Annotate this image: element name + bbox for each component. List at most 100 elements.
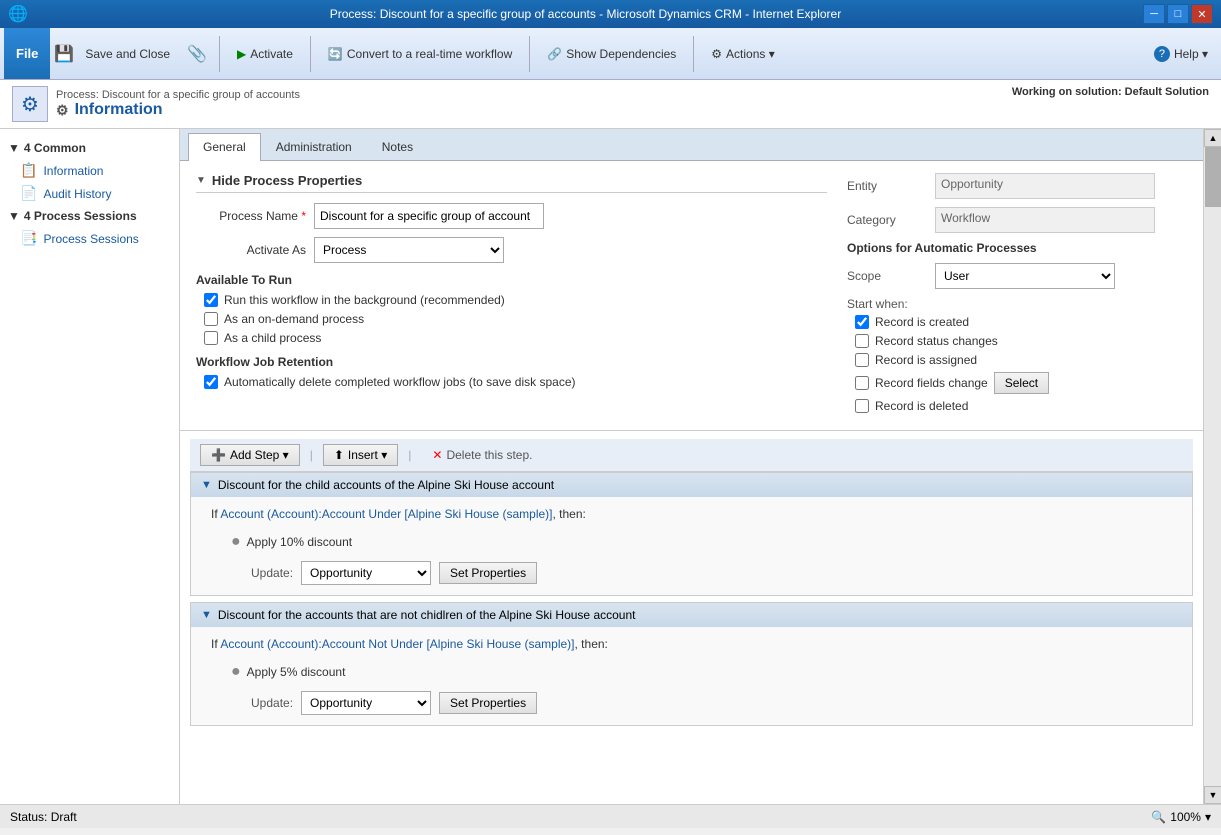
step-1-collapse[interactable]: ▼ bbox=[201, 479, 212, 491]
select-fields-button[interactable]: Select bbox=[994, 372, 1049, 394]
convert-button[interactable]: 🔄 Convert to a real-time workflow bbox=[319, 34, 521, 74]
start-deleted-label: Record is deleted bbox=[875, 399, 968, 413]
toolbar-separator-1 bbox=[219, 36, 220, 72]
step-1-bullet: ● bbox=[231, 533, 241, 551]
auto-delete-label: Automatically delete completed workflow … bbox=[224, 375, 576, 389]
step-1-condition: If Account (Account):Account Under [Alpi… bbox=[211, 503, 1172, 525]
status-bar: Status: Draft 🔍 100% ▾ bbox=[0, 804, 1221, 828]
delete-step-button[interactable]: ✕ Delete this step. bbox=[421, 444, 543, 466]
audit-icon: 📄 bbox=[20, 185, 37, 202]
workflow-step-2: ▼ Discount for the accounts that are not… bbox=[190, 602, 1193, 726]
insert-button[interactable]: ⬆ Insert ▾ bbox=[323, 444, 398, 466]
step-2-update-select[interactable]: Opportunity bbox=[301, 691, 431, 715]
start-when-created: Record is created bbox=[847, 315, 1187, 329]
start-created-checkbox[interactable] bbox=[855, 315, 869, 329]
background-workflow-checkbox[interactable] bbox=[204, 293, 218, 307]
common-section-arrow: ▼ bbox=[8, 141, 20, 155]
child-process-checkbox[interactable] bbox=[204, 331, 218, 345]
options-title: Options for Automatic Processes bbox=[847, 241, 1187, 255]
checkbox-child-process: As a child process bbox=[196, 331, 827, 345]
page-header-left: ⚙ Process: Discount for a specific group… bbox=[12, 86, 300, 122]
help-button[interactable]: ? Help ▾ bbox=[1145, 34, 1217, 74]
add-step-button[interactable]: ➕ Add Step ▾ bbox=[200, 444, 300, 466]
show-dependencies-button[interactable]: 🔗 Show Dependencies bbox=[538, 34, 685, 74]
scope-label: Scope bbox=[847, 269, 927, 283]
title-bar-title: Process: Discount for a specific group o… bbox=[28, 7, 1143, 21]
step-1-update-row: Update: Opportunity Set Properties bbox=[211, 561, 1172, 585]
convert-icon: 🔄 bbox=[328, 47, 343, 61]
start-when-header: Start when: bbox=[847, 297, 1187, 311]
insert-icon: ⬆ bbox=[334, 448, 344, 462]
tab-administration[interactable]: Administration bbox=[261, 133, 367, 160]
process-name-label: Process Name * bbox=[196, 209, 306, 223]
checkbox-on-demand: As an on-demand process bbox=[196, 312, 827, 326]
actions-button[interactable]: ⚙ Actions ▾ bbox=[702, 34, 783, 74]
step-2-update-row: Update: Opportunity Set Properties bbox=[211, 691, 1172, 715]
start-when-deleted: Record is deleted bbox=[847, 399, 1187, 413]
start-when-assigned: Record is assigned bbox=[847, 353, 1187, 367]
zoom-dropdown-icon[interactable]: ▾ bbox=[1205, 810, 1211, 824]
help-icon: ? bbox=[1154, 46, 1170, 62]
step-2-action: ● Apply 5% discount bbox=[211, 659, 1172, 685]
form-left: ▼ Hide Process Properties Process Name *… bbox=[196, 173, 827, 418]
tab-general[interactable]: General bbox=[188, 133, 261, 161]
on-demand-checkbox[interactable] bbox=[204, 312, 218, 326]
step-1-set-properties-button[interactable]: Set Properties bbox=[439, 562, 537, 584]
solution-label: Working on solution: Default Solution bbox=[1012, 86, 1209, 98]
start-deleted-checkbox[interactable] bbox=[855, 399, 869, 413]
close-button[interactable]: ✕ bbox=[1191, 4, 1213, 24]
breadcrumb: Process: Discount for a specific group o… bbox=[56, 89, 300, 101]
activate-as-select[interactable]: Process bbox=[314, 237, 504, 263]
step-1-action: ● Apply 10% discount bbox=[211, 529, 1172, 555]
sidebar-section-process-sessions[interactable]: ▼ 4 Process Sessions bbox=[0, 205, 179, 227]
tab-notes[interactable]: Notes bbox=[367, 133, 428, 160]
form-section: ▼ Hide Process Properties Process Name *… bbox=[180, 161, 1203, 431]
activate-button[interactable]: ▶ Activate bbox=[228, 34, 302, 74]
start-assigned-checkbox[interactable] bbox=[855, 353, 869, 367]
information-icon: 📋 bbox=[20, 162, 37, 179]
page-title-icon: ⚙ bbox=[56, 102, 69, 119]
process-name-row: Process Name * bbox=[196, 203, 827, 229]
sidebar-item-information[interactable]: 📋 Information bbox=[0, 159, 179, 182]
wf-separator-1: | bbox=[310, 448, 313, 462]
scroll-up-button[interactable]: ▲ bbox=[1204, 129, 1221, 147]
process-name-input[interactable] bbox=[314, 203, 544, 229]
minimize-button[interactable]: ─ bbox=[1143, 4, 1165, 24]
start-fields-checkbox[interactable] bbox=[855, 376, 869, 390]
step-2-condition-link[interactable]: Account (Account):Account Not Under [Alp… bbox=[220, 637, 574, 651]
auto-delete-checkbox[interactable] bbox=[204, 375, 218, 389]
page-icon: ⚙ bbox=[12, 86, 48, 122]
step-2-action-text: Apply 5% discount bbox=[247, 665, 346, 679]
step-1-condition-link[interactable]: Account (Account):Account Under [Alpine … bbox=[220, 507, 552, 521]
collapse-arrow[interactable]: ▼ bbox=[196, 175, 206, 186]
tab-content: ▼ Hide Process Properties Process Name *… bbox=[180, 161, 1203, 804]
page-icon-symbol: ⚙ bbox=[21, 92, 39, 117]
checkbox-auto-delete: Automatically delete completed workflow … bbox=[196, 375, 827, 389]
start-assigned-label: Record is assigned bbox=[875, 353, 977, 367]
page-header-title-area: Process: Discount for a specific group o… bbox=[56, 89, 300, 119]
save-and-close-button[interactable]: Save and Close bbox=[76, 34, 179, 74]
step-2-condition: If Account (Account):Account Not Under [… bbox=[211, 633, 1172, 655]
scope-select[interactable]: User bbox=[935, 263, 1115, 289]
scroll-down-button[interactable]: ▼ bbox=[1204, 786, 1221, 804]
content-area: General Administration Notes ▼ Hide Proc… bbox=[180, 129, 1203, 804]
toolbar-icon-attach: 📎 bbox=[183, 44, 211, 64]
step-1-update-select[interactable]: Opportunity bbox=[301, 561, 431, 585]
sidebar-item-audit-history[interactable]: 📄 Audit History bbox=[0, 182, 179, 205]
deps-icon: 🔗 bbox=[547, 47, 562, 61]
file-button[interactable]: File bbox=[4, 28, 50, 79]
maximize-button[interactable]: □ bbox=[1167, 4, 1189, 24]
step-2-header: ▼ Discount for the accounts that are not… bbox=[191, 603, 1192, 627]
step-2-set-properties-button[interactable]: Set Properties bbox=[439, 692, 537, 714]
scope-row: Scope User bbox=[847, 263, 1187, 289]
start-status-checkbox[interactable] bbox=[855, 334, 869, 348]
zoom-icon: 🔍 bbox=[1151, 810, 1166, 824]
step-2-collapse[interactable]: ▼ bbox=[201, 609, 212, 621]
start-status-label: Record status changes bbox=[875, 334, 998, 348]
scrollbar-thumb[interactable] bbox=[1205, 147, 1221, 207]
sidebar-item-process-sessions[interactable]: 📑 Process Sessions bbox=[0, 227, 179, 250]
toolbar-separator-4 bbox=[693, 36, 694, 72]
sidebar-section-common[interactable]: ▼ 4 Common bbox=[0, 137, 179, 159]
toolbar-save-area: 💾 Save and Close bbox=[54, 34, 179, 74]
form-right: Entity Opportunity Category Workflow Opt… bbox=[847, 173, 1187, 418]
